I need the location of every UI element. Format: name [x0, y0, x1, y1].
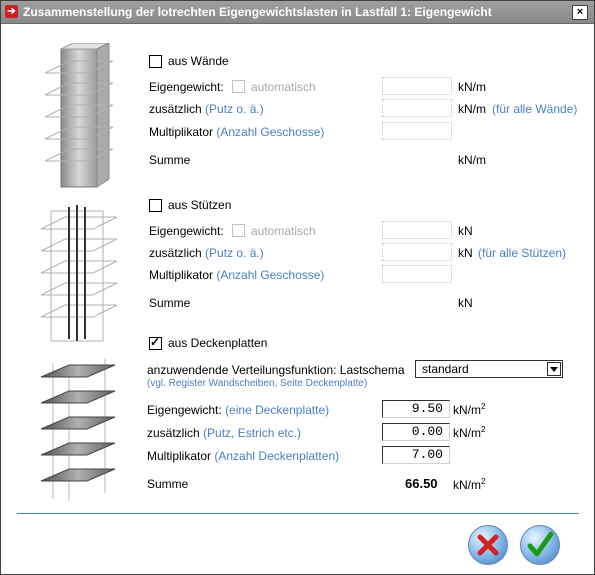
slabs-eigengewicht-field[interactable]: 9.50 [382, 400, 450, 418]
columns-automatisch-checkbox[interactable] [232, 224, 245, 237]
columns-zusaetzlich-note: (für alle Stützen) [478, 246, 567, 260]
slabs-eigengewicht-text: Eigengewicht: [147, 403, 222, 417]
walls-zusaetzlich-unit: kN/m [458, 102, 486, 116]
columns-zusaetzlich-hint: (Putz o. ä.) [205, 246, 264, 260]
columns-zusaetzlich-label: zusätzlich (Putz o. ä.) [149, 246, 264, 260]
slabs-eigengewicht-unit-text: kN/m [453, 403, 481, 417]
close-button[interactable]: × [572, 5, 588, 20]
slabs-eigengewicht-label: Eigengewicht: (eine Deckenplatte) [147, 403, 329, 417]
checkmark-icon: ✓ [150, 335, 161, 349]
ok-button[interactable] [520, 525, 560, 565]
dialog-window: ➔ Zusammenstellung der lotrechten Eigeng… [0, 0, 595, 575]
walls-zusaetzlich-field[interactable] [382, 99, 452, 117]
walls-checkbox[interactable] [149, 55, 162, 68]
walls-zusaetzlich-note: (für alle Wände) [492, 102, 578, 116]
slabs-zusaetzlich-text: zusätzlich [147, 426, 200, 440]
slabs-zusaetzlich-field[interactable]: 0.00 [382, 423, 450, 441]
window-title: Zusammenstellung der lotrechten Eigengew… [23, 5, 492, 19]
columns-zusaetzlich-unit: kN [458, 246, 473, 260]
walls-zusaetzlich-text: zusätzlich [149, 102, 202, 116]
columns-zusaetzlich-text: zusätzlich [149, 246, 202, 260]
columns-checkbox[interactable] [149, 199, 162, 212]
slabs-summe-unit-text: kN/m [453, 478, 481, 492]
columns-multiplikator-label: Multiplikator (Anzahl Geschosse) [149, 268, 324, 282]
columns-eigengewicht-unit: kN [458, 224, 473, 238]
slabs-verteilung-note: (vgl. Register Wandscheiben, Seite Decke… [147, 378, 368, 389]
slabs-summe-unit-sup: 2 [481, 477, 486, 486]
verteilung-select[interactable]: standard [415, 360, 563, 378]
walls-checkbox-label: aus Wände [168, 54, 229, 68]
columns-checkbox-label: aus Stützen [168, 198, 232, 212]
walls-summe-unit: kN/m [458, 153, 486, 167]
slabs-eigengewicht-unit-sup: 2 [481, 402, 486, 411]
columns-multiplikator-text: Multiplikator [149, 268, 214, 282]
ok-checkmark-icon [527, 531, 554, 557]
cancel-x-icon [477, 534, 499, 556]
walls-summe-label: Summe [149, 153, 191, 167]
walls-multiplikator-hint: (Anzahl Geschosse) [216, 125, 325, 139]
columns-eigengewicht-label: Eigengewicht: [149, 224, 224, 238]
app-arrow-icon: ➔ [5, 5, 18, 18]
footer-separator [17, 513, 579, 514]
slabs-summe-unit: kN/m2 [453, 477, 485, 492]
slab-illustration [40, 359, 116, 501]
slabs-zusaetzlich-unit-sup: 2 [481, 425, 486, 434]
walls-multiplikator-label: Multiplikator (Anzahl Geschosse) [149, 125, 324, 139]
walls-multiplikator-text: Multiplikator [149, 125, 214, 139]
walls-multiplikator-field[interactable] [382, 122, 452, 140]
columns-summe-label: Summe [149, 296, 191, 310]
slabs-multiplikator-hint: (Anzahl Deckenplatten) [214, 449, 340, 463]
columns-zusaetzlich-field[interactable] [382, 243, 452, 261]
walls-zusaetzlich-hint: (Putz o. ä.) [205, 102, 264, 116]
walls-eigengewicht-unit: kN/m [458, 80, 486, 94]
walls-eigengewicht-label: Eigengewicht: [149, 80, 224, 94]
slabs-verteilung-label: anzuwendende Verteilungsfunktion: Lastsc… [147, 363, 405, 377]
slabs-zusaetzlich-hint: (Putz, Estrich etc.) [203, 426, 302, 440]
wall-illustration [44, 43, 114, 188]
column-illustration [40, 205, 118, 342]
slabs-multiplikator-label: Multiplikator (Anzahl Deckenplatten) [147, 449, 339, 463]
columns-multiplikator-hint: (Anzahl Geschosse) [216, 268, 325, 282]
slabs-zusaetzlich-label: zusätzlich (Putz, Estrich etc.) [147, 426, 301, 440]
cancel-button[interactable] [468, 525, 508, 565]
slabs-multiplikator-field[interactable]: 7.00 [382, 446, 450, 464]
slabs-checkbox[interactable]: ✓ [149, 335, 162, 350]
walls-automatisch-checkbox[interactable] [232, 80, 245, 93]
slabs-multiplikator-text: Multiplikator [147, 449, 212, 463]
slabs-eigengewicht-hint: (eine Deckenplatte) [225, 403, 330, 417]
chevron-down-icon[interactable] [547, 362, 561, 376]
slabs-eigengewicht-unit: kN/m2 [453, 402, 485, 417]
title-bar: ➔ Zusammenstellung der lotrechten Eigeng… [1, 1, 594, 24]
slabs-zusaetzlich-unit: kN/m2 [453, 425, 485, 440]
columns-summe-unit: kN [458, 296, 473, 310]
verteilung-select-value: standard [422, 362, 469, 376]
columns-automatisch-label: automatisch [251, 224, 316, 238]
columns-multiplikator-field[interactable] [382, 265, 452, 283]
columns-eigengewicht-field[interactable] [382, 221, 452, 239]
slabs-summe-label: Summe [147, 477, 189, 491]
walls-automatisch-label: automatisch [251, 80, 316, 94]
walls-eigengewicht-field[interactable] [382, 77, 452, 95]
slabs-zusaetzlich-unit-text: kN/m [453, 426, 481, 440]
slabs-checkbox-label: aus Deckenplatten [168, 336, 268, 350]
walls-zusaetzlich-label: zusätzlich (Putz o. ä.) [149, 102, 264, 116]
slabs-summe-value: 66.50 [405, 476, 438, 491]
